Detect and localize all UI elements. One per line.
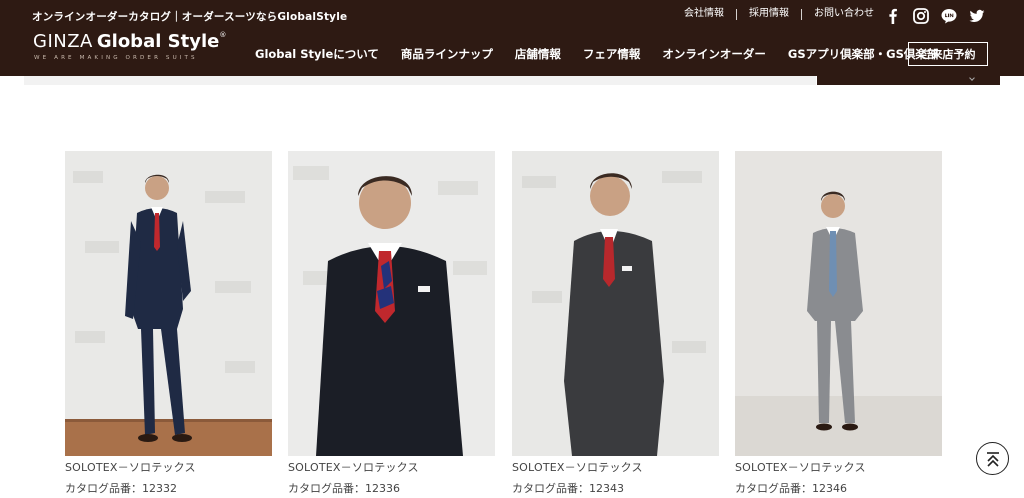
product-name[interactable]: SOLOTEX－ソロテックス <box>512 459 719 475</box>
product-name[interactable]: SOLOTEX－ソロテックス <box>735 459 942 475</box>
product-catalog-number: カタログ品番：12336 <box>288 482 400 495</box>
product-photo[interactable] <box>65 151 272 456</box>
site-header: オンラインオーダーカタログ｜オーダースーツならGlobalStyle GINZA… <box>0 0 1024 76</box>
util-divider <box>736 8 737 20</box>
product-photo[interactable] <box>288 151 495 456</box>
product-catalog-number: カタログ品番：12343 <box>512 482 624 495</box>
site-logo[interactable]: GINZA Global Style® <box>33 31 226 52</box>
product-card[interactable]: SOLOTEX－ソロテックス カタログ品番：12332 <box>65 151 272 496</box>
product-card[interactable]: SOLOTEX－ソロテックス カタログ品番：12346 <box>735 151 942 496</box>
product-name[interactable]: SOLOTEX－ソロテックス <box>288 459 495 475</box>
util-link-company[interactable]: 会社情報 <box>672 8 736 20</box>
back-to-top-button[interactable] <box>976 442 1009 475</box>
chevron-down-icon <box>969 75 975 81</box>
logo-subtitle: WE ARE MAKING ORDER SUITS <box>34 55 198 61</box>
product-name[interactable]: SOLOTEX－ソロテックス <box>65 459 272 475</box>
util-link-recruit[interactable]: 採用情報 <box>737 8 801 20</box>
nav-stores[interactable]: 店舗情報 <box>515 46 561 62</box>
instagram-icon[interactable] <box>912 7 930 25</box>
nav-fair[interactable]: フェア情報 <box>583 46 641 62</box>
product-catalog-number: カタログ品番：12332 <box>65 482 177 495</box>
social-links <box>884 7 986 25</box>
double-chevron-up-icon <box>986 451 999 467</box>
product-photo[interactable] <box>512 151 719 456</box>
util-link-contact[interactable]: お問い合わせ <box>802 8 886 20</box>
site-tagline: オンラインオーダーカタログ｜オーダースーツならGlobalStyle <box>32 11 348 23</box>
global-nav: Global Styleについて 商品ラインナップ 店舗情報 フェア情報 オンラ… <box>255 42 960 66</box>
sub-bar <box>24 76 816 85</box>
logo-registered: ® <box>219 31 227 39</box>
util-divider <box>801 8 802 20</box>
twitter-icon[interactable] <box>968 7 986 25</box>
product-catalog-number: カタログ品番：12346 <box>735 482 847 495</box>
utility-nav: 会社情報 採用情報 お問い合わせ <box>672 8 886 20</box>
nav-online-order[interactable]: オンラインオーダー <box>662 46 766 62</box>
product-card[interactable]: SOLOTEX－ソロテックス カタログ品番：12343 <box>512 151 719 496</box>
facebook-icon[interactable] <box>884 7 902 25</box>
reserve-visit-button[interactable]: ご来店予約 <box>908 42 988 66</box>
nav-lineup[interactable]: 商品ラインナップ <box>401 46 493 62</box>
sub-bar-dropdown[interactable] <box>817 75 1000 85</box>
logo-brand: Global Style <box>96 31 220 52</box>
logo-ginza: GINZA <box>33 31 93 52</box>
nav-about[interactable]: Global Styleについて <box>255 46 379 62</box>
product-card[interactable]: SOLOTEX－ソロテックス カタログ品番：12336 <box>288 151 495 496</box>
product-photo[interactable] <box>735 151 942 456</box>
line-icon[interactable] <box>940 7 958 25</box>
